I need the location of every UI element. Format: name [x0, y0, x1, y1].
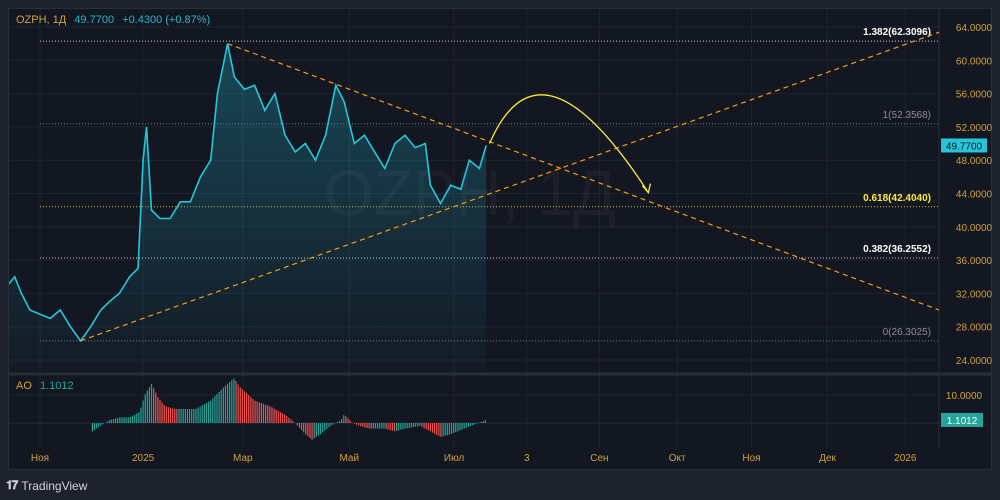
- fib-level-label: 0.618(42.4040): [863, 193, 931, 204]
- fib-level-label: 1.382(62.3096): [863, 27, 931, 38]
- time-axis-tick: Мар: [233, 453, 253, 464]
- price-axis-tick: 52.0000: [956, 123, 993, 134]
- price-axis-tick: 64.0000: [956, 23, 993, 34]
- price-axis-tick: 40.0000: [956, 223, 993, 234]
- price-axis-tick: 36.0000: [956, 256, 993, 267]
- fib-level-label: 0.382(36.2552): [863, 244, 931, 255]
- tradingview-logo-icon: 𝟏𝟕: [6, 478, 18, 492]
- time-axis-tick: Сен: [590, 453, 608, 464]
- price-change: +0.4300 (+0.87%): [122, 14, 211, 26]
- time-axis-tick: 2026: [894, 453, 917, 464]
- price-axis-tick: 44.0000: [956, 190, 993, 201]
- time-axis-tick: 2025: [132, 453, 155, 464]
- fib-level-label: 0(26.3025): [883, 327, 931, 338]
- time-axis-tick: Дек: [819, 453, 836, 464]
- price-axis-tick: 56.0000: [956, 90, 993, 101]
- time-axis-tick: Июл: [444, 453, 464, 464]
- ao-value: 1.1012: [39, 380, 74, 392]
- tradingview-name: TradingView: [21, 478, 88, 493]
- price-axis-tick: 48.0000: [956, 156, 993, 167]
- ao-legend: AO 1.1012: [16, 380, 74, 392]
- time-axis-tick: Ноя: [742, 453, 760, 464]
- time-axis-tick: Окт: [669, 453, 686, 464]
- price-axis-tick: 60.0000: [956, 56, 993, 67]
- time-axis-tick: Май: [339, 453, 359, 464]
- price-axis-tick: 28.0000: [956, 323, 993, 334]
- tradingview-branding[interactable]: 𝟏𝟕 TradingView: [6, 478, 87, 493]
- ao-value-axis-label: 1.1012: [947, 416, 978, 427]
- fib-level-label: 1(52.3568): [883, 110, 931, 121]
- time-axis-tick: 3: [524, 453, 530, 464]
- price-area: [9, 43, 487, 371]
- symbol-legend: OZPH, 1Д 49.7700 +0.4300 (+0.87%): [16, 14, 210, 26]
- price-value: 49.7700: [74, 14, 115, 26]
- ao-label[interactable]: AO: [16, 380, 32, 392]
- time-axis-tick: Ноя: [31, 453, 49, 464]
- ao-axis-tick: 10.0000: [946, 391, 983, 402]
- last-price-label: 49.7700: [946, 141, 983, 152]
- symbol-label[interactable]: OZPH, 1Д: [16, 14, 66, 26]
- chart-canvas[interactable]: 64.0000 60.0000 56.0000 52.0000 48.0000 44.00…: [0, 0, 1000, 500]
- price-axis-tick: 24.0000: [956, 356, 993, 367]
- price-axis-tick: 32.0000: [956, 289, 993, 300]
